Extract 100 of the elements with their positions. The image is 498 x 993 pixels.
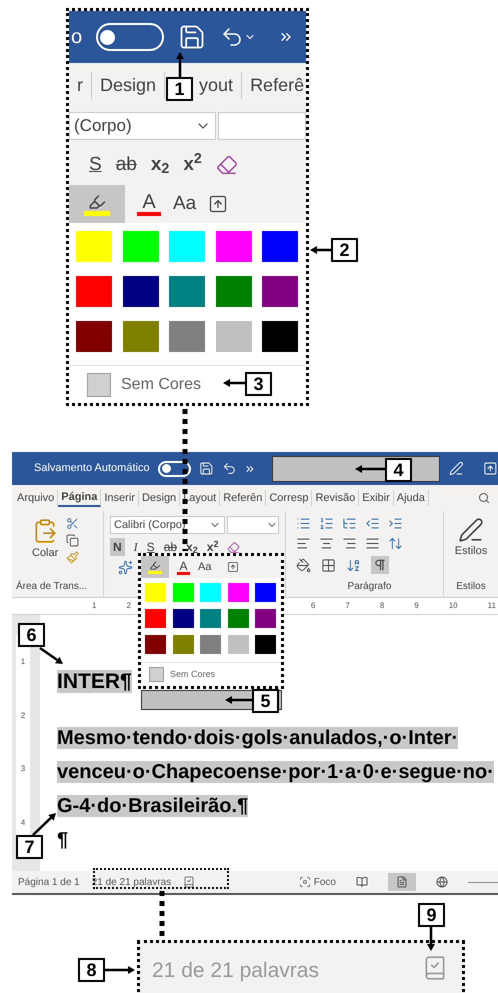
color-swatch[interactable]	[228, 635, 249, 654]
size-dropdown[interactable]	[218, 112, 306, 140]
no-color-option[interactable]: Sem Cores	[121, 372, 202, 396]
format-button[interactable]: ab	[116, 150, 137, 180]
group-label: Parágrafo	[348, 580, 392, 594]
page-count: Página 1 de 1	[18, 876, 80, 890]
font-color-button[interactable]: A	[137, 192, 161, 216]
dotted-connector	[160, 891, 164, 938]
color-swatch[interactable]	[172, 609, 194, 628]
ribbon-tab[interactable]: Design	[138, 490, 180, 506]
color-swatch[interactable]	[255, 635, 276, 654]
save-icon[interactable]	[178, 23, 206, 51]
callout-number: 8	[78, 958, 105, 982]
font-dropdown[interactable]: (Corpo)	[69, 112, 216, 140]
highlighter-icon	[149, 560, 161, 571]
ribbon-tab[interactable]: Referê	[242, 72, 306, 98]
color-swatch[interactable]	[262, 276, 298, 307]
color-swatch[interactable]	[228, 583, 249, 602]
callout-number: 9	[418, 903, 445, 927]
no-color-swatch[interactable]	[87, 372, 111, 396]
format-button[interactable]: x$^{2}$	[183, 150, 202, 180]
color-swatch[interactable]	[216, 276, 252, 307]
color-swatch[interactable]	[200, 609, 222, 628]
ribbon-tab[interactable]: Exibir	[359, 490, 394, 506]
increase-indent-icon	[388, 516, 403, 531]
ribbon-tab[interactable]: Página	[58, 488, 102, 508]
underline-button[interactable]: S	[146, 538, 155, 556]
color-swatch[interactable]	[122, 276, 159, 307]
ribbon-display-icon[interactable]	[483, 461, 498, 476]
color-swatch[interactable]	[122, 231, 159, 262]
paste-button[interactable]: Colar	[32, 545, 58, 562]
color-swatch[interactable]	[262, 231, 298, 262]
view-button[interactable]	[388, 873, 416, 891]
align-center-icon	[319, 536, 334, 551]
ribbon-tab[interactable]: Referên	[220, 490, 266, 506]
strikethrough-button[interactable]: ab	[164, 538, 178, 556]
color-swatch[interactable]	[200, 583, 222, 602]
format-button[interactable]: S	[89, 150, 102, 180]
color-swatch[interactable]	[172, 635, 194, 654]
color-swatch[interactable]	[216, 231, 252, 262]
ribbon-tab[interactable]: Corresp	[266, 490, 312, 506]
color-swatch[interactable]	[262, 321, 298, 352]
print-layout-icon	[396, 876, 408, 888]
no-color-swatch[interactable]	[149, 667, 164, 682]
styles-button[interactable]: Estilos	[454, 543, 488, 560]
grow-font-icon	[227, 561, 240, 573]
line-spacing-icon	[388, 536, 403, 551]
undo-icon[interactable]	[222, 461, 236, 476]
pointer-arrow	[355, 465, 385, 473]
ribbon-tab[interactable]: Inserir	[101, 490, 139, 506]
color-swatch[interactable]	[200, 635, 222, 654]
color-swatch[interactable]	[169, 276, 206, 307]
pointer-arrow	[225, 696, 252, 704]
color-swatch[interactable]	[76, 231, 112, 262]
color-swatch[interactable]	[145, 635, 166, 654]
italic-button[interactable]: I	[134, 538, 138, 556]
format-button[interactable]: x$_{2}$	[150, 150, 170, 180]
ribbon-tab[interactable]: Ajuda	[394, 490, 429, 506]
pen-icon[interactable]	[448, 461, 464, 476]
sort-icon	[346, 558, 361, 572]
highlight-button[interactable]	[141, 556, 169, 578]
multilevel-list-icon	[342, 516, 357, 531]
change-case-button[interactable]: Aa	[198, 558, 212, 576]
save-icon[interactable]	[199, 461, 214, 476]
size-dropdown[interactable]	[227, 516, 279, 534]
color-swatch[interactable]	[255, 609, 276, 628]
color-swatch[interactable]	[145, 583, 166, 602]
ribbon-tab[interactable]: Arquivo	[14, 490, 58, 506]
color-swatch[interactable]	[169, 321, 206, 352]
clear-format-icon	[216, 154, 238, 176]
color-swatch[interactable]	[255, 583, 276, 602]
clear-format-icon	[227, 540, 240, 554]
search-icon[interactable]	[478, 492, 490, 504]
justify-icon	[365, 536, 380, 551]
title-text: o	[71, 25, 82, 50]
ribbon-tab[interactable]: r	[69, 72, 92, 98]
color-swatch[interactable]	[145, 609, 166, 628]
highlight-button[interactable]	[69, 185, 125, 223]
color-swatch[interactable]	[172, 583, 194, 602]
align-right-icon	[342, 536, 357, 551]
color-swatch[interactable]	[76, 321, 112, 352]
color-swatch[interactable]	[228, 609, 249, 628]
font-color-button[interactable]: A	[177, 560, 190, 574]
superscript-button[interactable]: x$^{2}$	[206, 538, 218, 556]
color-swatch[interactable]	[76, 276, 112, 307]
color-swatch[interactable]	[122, 321, 159, 352]
align-left-icon	[296, 536, 311, 551]
color-swatch[interactable]	[169, 231, 206, 262]
focus-button[interactable]: Foco	[314, 874, 336, 890]
autosave-toggle[interactable]	[158, 460, 192, 476]
no-color-option[interactable]: Sem Cores	[170, 668, 216, 682]
callout-number: 5	[252, 689, 279, 713]
show-marks-button[interactable]	[371, 556, 389, 574]
bold-button[interactable]: N	[110, 538, 125, 556]
change-case-button[interactable]: Aa	[173, 190, 196, 218]
autosave-toggle[interactable]	[96, 23, 164, 51]
color-swatch[interactable]	[216, 321, 252, 352]
decrease-indent-icon	[365, 516, 380, 531]
ribbon-tab[interactable]: Design	[92, 72, 166, 98]
ribbon-tab[interactable]: Revisão	[312, 490, 360, 506]
